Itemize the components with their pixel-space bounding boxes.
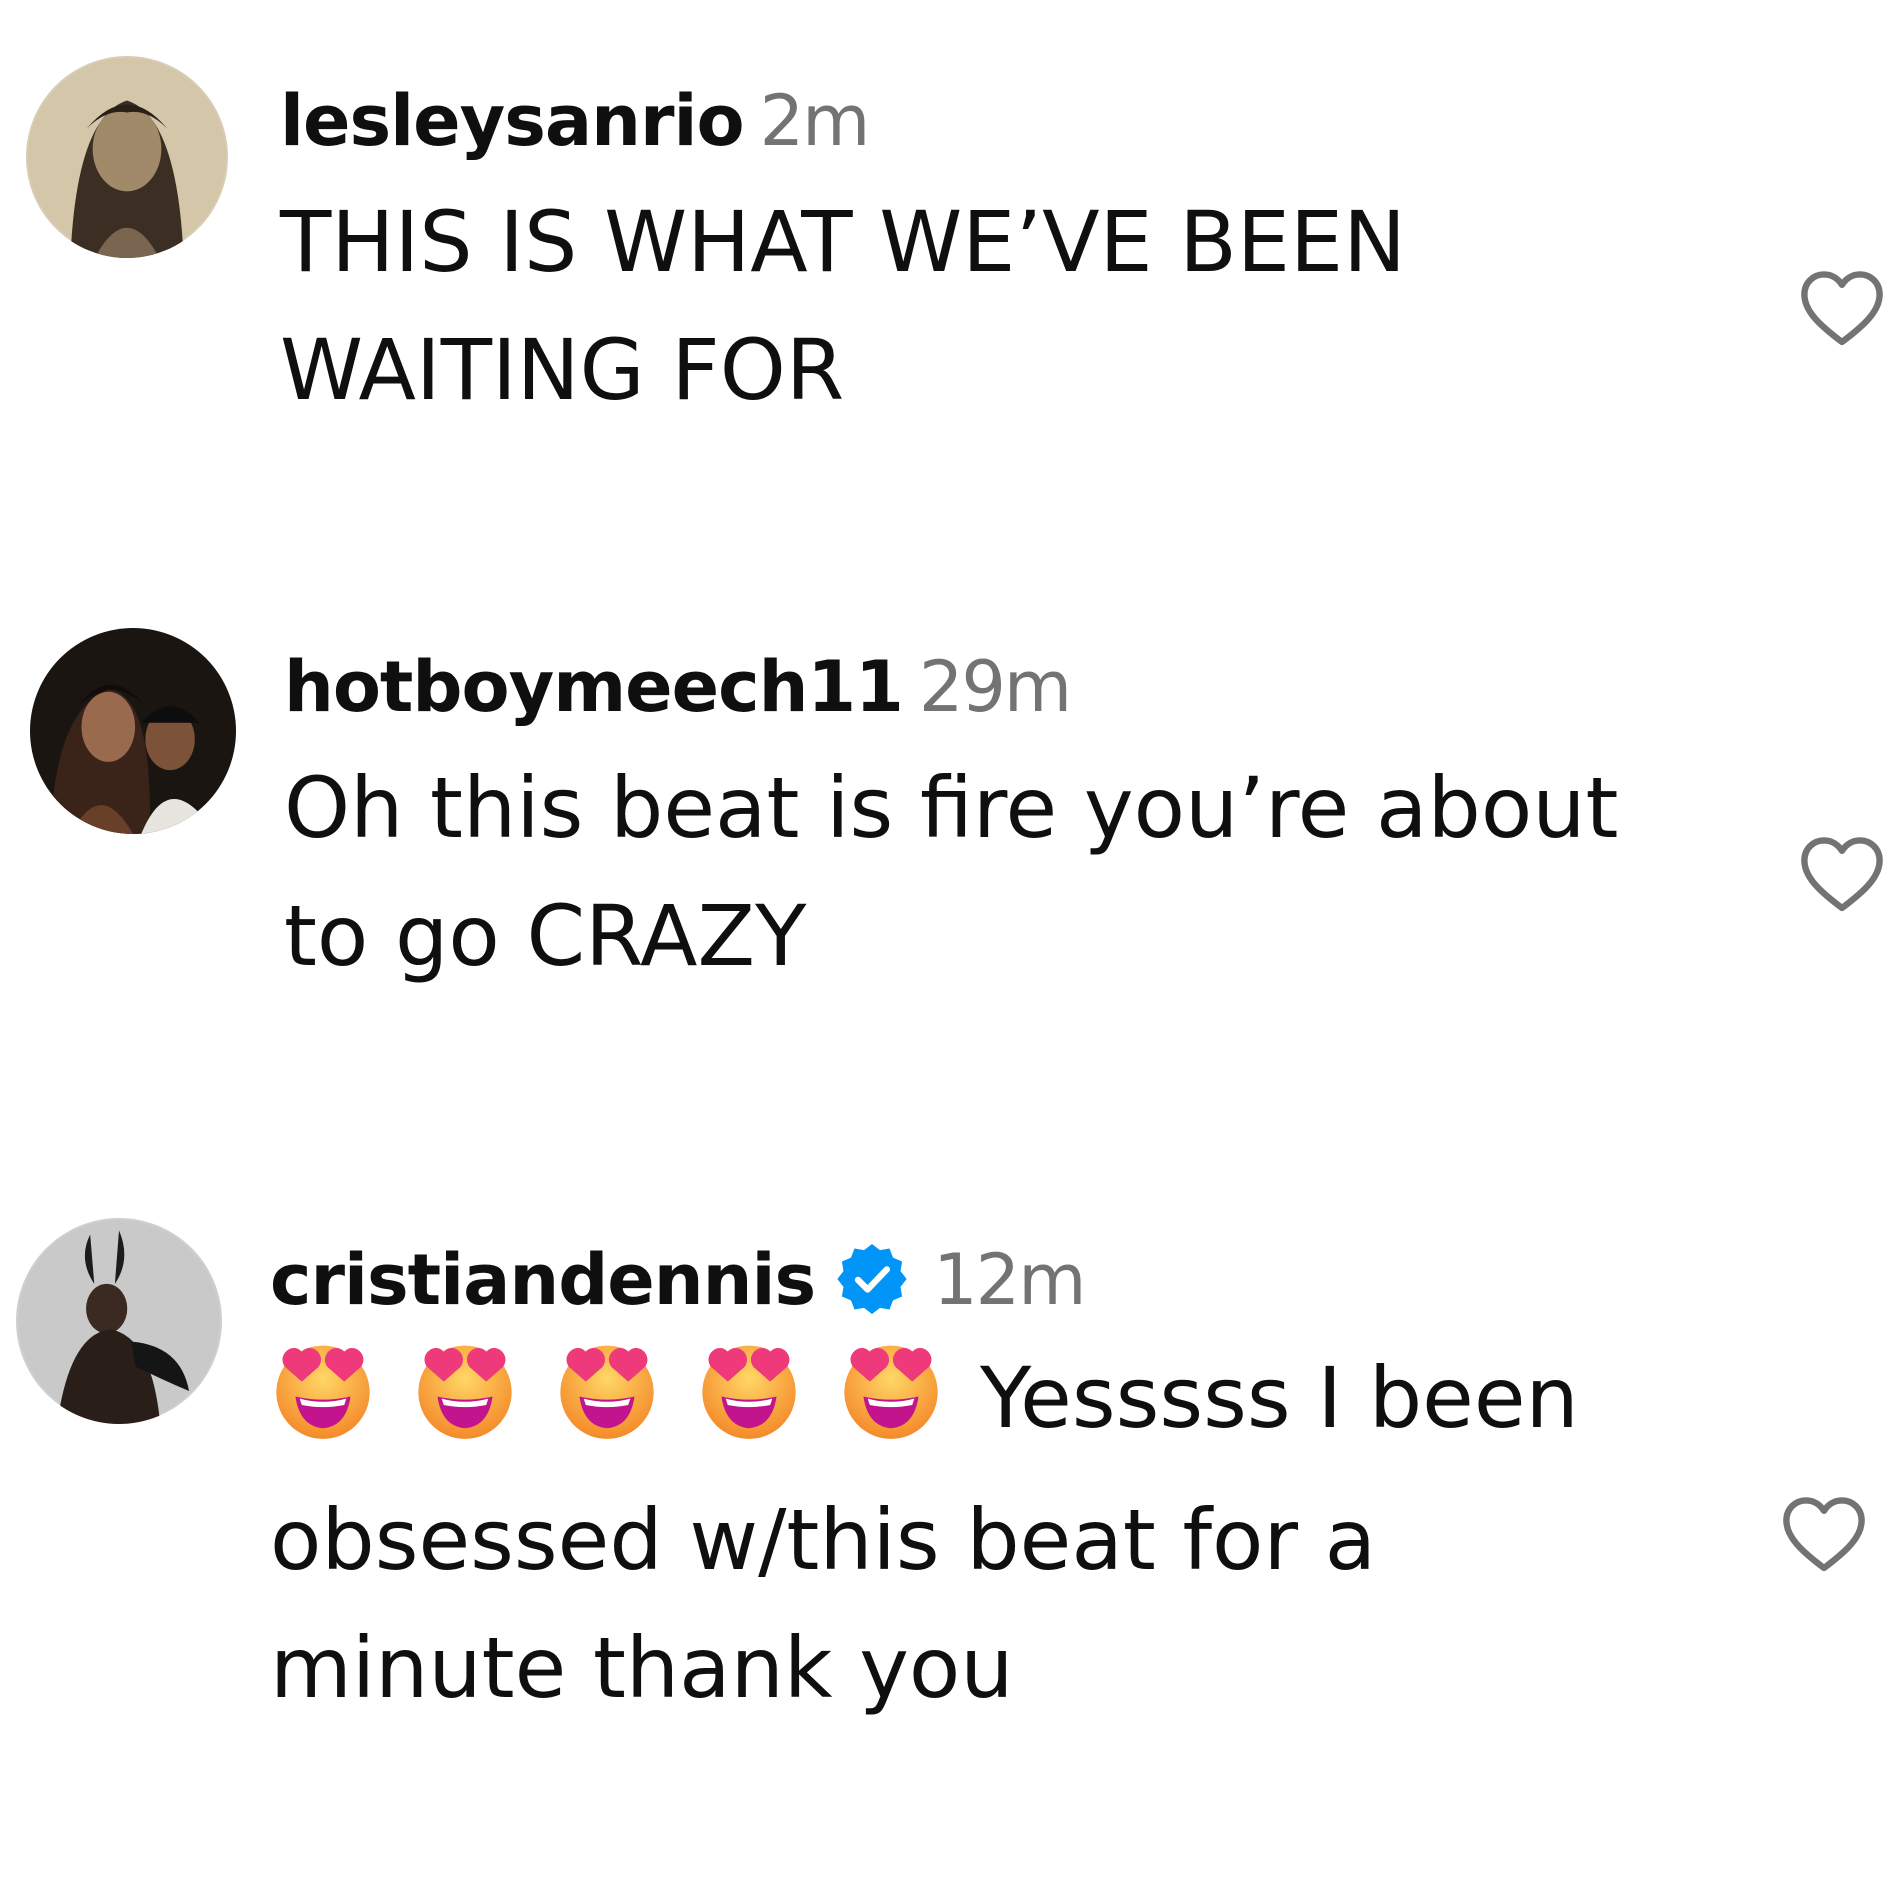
heart-outline-icon [1801, 837, 1883, 912]
timestamp[interactable]: 12m [933, 1239, 1086, 1321]
avatar-photo [26, 56, 228, 258]
comment-header: lesleysanrio 2m [280, 86, 870, 156]
like-button[interactable] [1792, 826, 1892, 922]
heart-eyes-emoji-icon [554, 1335, 660, 1441]
comment-header: cristiandennis 12m [270, 1244, 1086, 1315]
comment-line: to go CRAZY [284, 887, 807, 985]
heart-eyes-emoji-icon [270, 1335, 376, 1441]
comment-line: WAITING FOR [280, 321, 845, 419]
username[interactable]: hotboymeech11 [284, 646, 904, 728]
avatar-photo [30, 628, 236, 834]
comment-line: Oh this beat is fire you’re about [284, 759, 1619, 857]
avatar[interactable] [30, 628, 236, 834]
like-button[interactable] [1774, 1486, 1874, 1582]
avatar[interactable] [26, 56, 228, 258]
heart-outline-icon [1783, 1497, 1865, 1572]
timestamp[interactable]: 29m [919, 646, 1072, 728]
comment-header: hotboymeech11 29m [284, 652, 1072, 722]
comment-line: Yesssss I been [980, 1349, 1579, 1447]
comment-line-first: Yesssss I been [270, 1334, 1579, 1476]
comment-text: THIS IS WHAT WE’VE BEEN WAITING FOR [280, 178, 1406, 434]
heart-outline-icon [1801, 271, 1883, 346]
timestamp[interactable]: 2m [760, 80, 871, 162]
username[interactable]: lesleysanrio [280, 80, 745, 162]
username[interactable]: cristiandennis [270, 1239, 816, 1321]
comment-item: cristiandennis 12m Yesssss I been obsesse… [0, 1200, 1900, 1900]
avatar-photo [16, 1218, 222, 1424]
verified-badge-icon [837, 1244, 907, 1314]
avatar[interactable] [16, 1218, 222, 1424]
comment-line: minute thank you [270, 1619, 1014, 1717]
emoji-group [270, 1335, 980, 1476]
comment-text: Yesssss I been obsessed w/this beat for … [270, 1334, 1579, 1732]
comment-line: THIS IS WHAT WE’VE BEEN [280, 193, 1406, 291]
comment-item: hotboymeech11 29m Oh this beat is fire yo… [0, 600, 1900, 1200]
heart-eyes-emoji-icon [838, 1335, 944, 1441]
heart-eyes-emoji-icon [412, 1335, 518, 1441]
heart-eyes-emoji-icon [696, 1335, 802, 1441]
comment-text: Oh this beat is fire you’re about to go … [284, 744, 1618, 1000]
like-button[interactable] [1792, 260, 1892, 356]
comment-item: lesleysanrio 2m THIS IS WHAT WE’VE BEEN W… [0, 0, 1900, 600]
comment-line: obsessed w/this beat for a [270, 1491, 1377, 1589]
